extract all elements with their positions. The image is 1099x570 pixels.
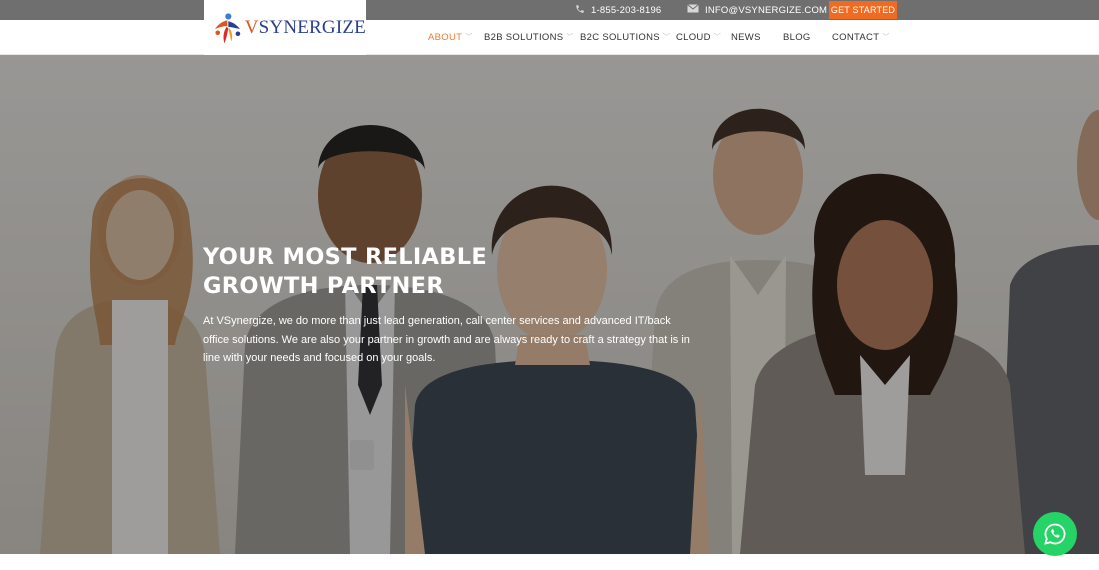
get-started-button[interactable]: GET STARTED [829, 1, 897, 19]
chevron-down-icon: ﹀ [566, 33, 574, 41]
nav-item-news[interactable]: NEWS [731, 20, 761, 55]
nav-label: B2C SOLUTIONS [580, 32, 660, 43]
nav-item-cloud[interactable]: CLOUD ﹀ [676, 20, 721, 55]
email-contact[interactable]: INFO@VSYNERGIZE.COM [687, 0, 827, 20]
whatsapp-icon [1044, 523, 1066, 545]
nav-item-contact[interactable]: CONTACT ﹀ [832, 20, 890, 55]
chevron-down-icon: ﹀ [662, 33, 671, 41]
chevron-down-icon: ﹀ [465, 33, 473, 41]
page-bottom-strip [0, 554, 1099, 570]
nav-item-about[interactable]: ABOUT ﹀ [428, 20, 473, 55]
chevron-down-icon: ﹀ [713, 33, 722, 41]
nav-item-b2b-solutions[interactable]: B2B SOLUTIONS ﹀ [484, 20, 574, 55]
phone-icon [575, 4, 585, 17]
phone-contact[interactable]: 1-855-203-8196 [575, 0, 661, 20]
nav-item-b2c-solutions[interactable]: B2C SOLUTIONS ﹀ [580, 20, 670, 55]
logo-text: VSYNERGIZE [244, 16, 366, 38]
main-menu: ABOUT ﹀ B2B SOLUTIONS ﹀ B2C SOLUTIONS ﹀ … [0, 20, 1099, 55]
headline-line-1: YOUR MOST RELIABLE [203, 244, 488, 270]
nav-label: B2B SOLUTIONS [484, 32, 564, 43]
envelope-icon [687, 4, 699, 16]
headline-line-2: GROWTH PARTNER [203, 273, 444, 299]
nav-label: CLOUD [676, 32, 711, 43]
email-address: INFO@VSYNERGIZE.COM [705, 4, 828, 16]
nav-label: NEWS [731, 32, 761, 43]
whatsapp-chat-button[interactable] [1033, 512, 1077, 556]
chevron-down-icon: ﹀ [882, 33, 890, 41]
logo[interactable]: VSYNERGIZE [204, 0, 366, 55]
hero-headline: YOUR MOST RELIABLE GROWTH PARTNER [203, 243, 623, 301]
hero-description: At VSynergize, we do more than just lead… [203, 315, 690, 364]
hero-overlay [0, 55, 1099, 554]
top-contact-bar: 1-855-203-8196 INFO@VSYNERGIZE.COM GET S… [0, 0, 1099, 20]
nav-label: ABOUT [428, 32, 463, 43]
nav-item-blog[interactable]: BLOG [783, 20, 811, 55]
hero-banner: YOUR MOST RELIABLE GROWTH PARTNER At VSy… [0, 55, 1099, 554]
nav-label: CONTACT [832, 32, 880, 43]
logo-mark-icon [214, 12, 241, 43]
nav-label: BLOG [783, 32, 811, 43]
phone-number: 1-855-203-8196 [591, 4, 662, 16]
